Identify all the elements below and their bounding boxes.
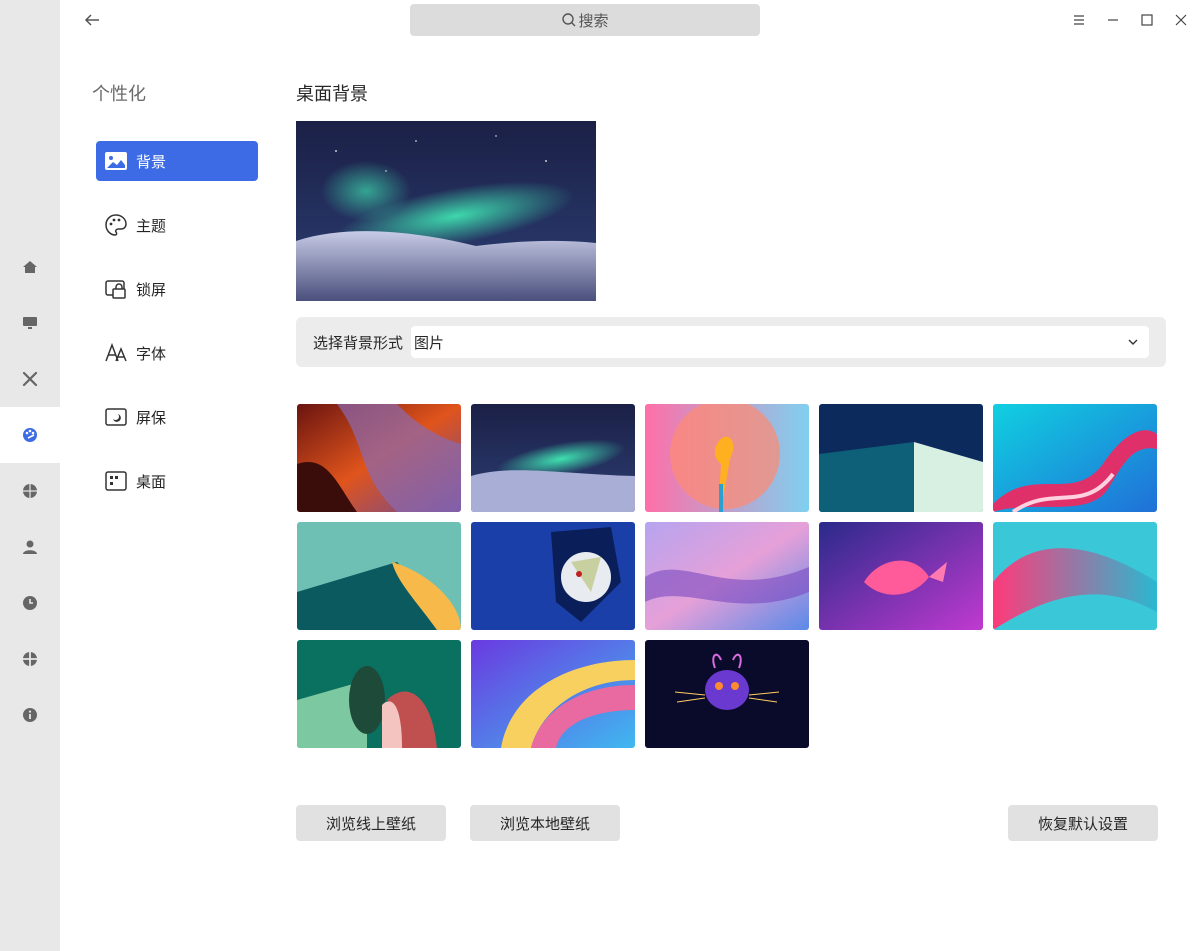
wallpaper-thumb[interactable] <box>297 522 461 630</box>
nav-item-label: 主题 <box>136 216 167 235</box>
image-icon <box>105 152 127 170</box>
nav-item-font[interactable]: 字体 <box>96 333 258 373</box>
search-input[interactable]: 搜索 <box>410 4 760 36</box>
nav-item-screensaver[interactable]: 屏保 <box>96 397 258 437</box>
wallpaper-thumb[interactable] <box>645 522 809 630</box>
info-icon <box>23 708 37 722</box>
hamburger-icon <box>1074 15 1084 25</box>
clock-icon <box>23 596 37 610</box>
background-type-value: 图片 <box>414 333 445 352</box>
lockscreen-icon <box>105 280 126 299</box>
page-title: 桌面背景 <box>296 84 368 105</box>
background-preview <box>296 121 596 301</box>
menu-button[interactable] <box>1067 8 1091 32</box>
nav-item-label: 屏保 <box>136 408 167 427</box>
category-rail <box>0 0 60 951</box>
wallpaper-thumb[interactable] <box>471 640 635 748</box>
wallpaper-thumb[interactable] <box>297 404 461 512</box>
maximize-icon <box>1141 14 1153 26</box>
nav-item-label: 桌面 <box>136 472 167 491</box>
palette-icon <box>105 214 127 236</box>
home-icon <box>23 261 37 273</box>
tools-icon <box>22 371 38 387</box>
maximize-button[interactable] <box>1135 8 1159 32</box>
rail-item-network[interactable] <box>0 463 60 519</box>
browse-local-wallpapers-button[interactable]: 浏览本地壁纸 <box>470 805 620 841</box>
wallpaper-thumb[interactable] <box>645 640 809 748</box>
nav-item-label: 锁屏 <box>136 280 167 299</box>
settings-window: 搜索 个性化 背景 主题 锁屏 字体 屏保 桌面 桌面背景 选择背景形式 图片 … <box>0 0 1200 951</box>
user-icon <box>23 540 37 554</box>
desktop-icon <box>105 471 127 491</box>
rail-item-time[interactable] <box>0 575 60 631</box>
nav-title: 个性化 <box>92 84 146 105</box>
globe-icon <box>23 484 37 498</box>
network-icon <box>23 652 37 666</box>
close-icon <box>1175 14 1187 26</box>
rail-item-home[interactable] <box>0 239 60 295</box>
restore-defaults-button[interactable]: 恢复默认设置 <box>1008 805 1158 841</box>
back-button[interactable] <box>80 8 104 32</box>
background-type-row: 选择背景形式 图片 <box>296 317 1166 367</box>
nav-item-label: 背景 <box>136 152 167 171</box>
rail-item-update[interactable] <box>0 631 60 687</box>
rail-item-account[interactable] <box>0 519 60 575</box>
minimize-icon <box>1108 19 1118 21</box>
wallpaper-thumb[interactable] <box>993 522 1157 630</box>
rail-item-personalize[interactable] <box>0 407 60 463</box>
search-placeholder: 搜索 <box>578 11 609 30</box>
rail-item-display[interactable] <box>0 295 60 351</box>
nav-item-label: 字体 <box>136 344 167 363</box>
nav-item-lockscreen[interactable]: 锁屏 <box>96 269 258 309</box>
wallpaper-thumb[interactable] <box>819 522 983 630</box>
nav-item-desktop[interactable]: 桌面 <box>96 461 258 501</box>
wallpaper-thumb[interactable] <box>297 640 461 748</box>
rail-item-system[interactable] <box>0 351 60 407</box>
browse-online-wallpapers-button[interactable]: 浏览线上壁纸 <box>296 805 446 841</box>
wallpaper-thumb[interactable] <box>819 404 983 512</box>
background-type-label: 选择背景形式 <box>313 334 404 352</box>
font-icon <box>105 342 127 362</box>
chevron-down-icon <box>1128 339 1138 345</box>
search-icon <box>562 13 576 27</box>
monitor-icon <box>23 317 37 329</box>
wallpaper-thumb[interactable] <box>645 404 809 512</box>
wallpaper-thumb[interactable] <box>471 404 635 512</box>
nav-item-theme[interactable]: 主题 <box>96 205 258 245</box>
arrow-left-icon <box>84 14 99 26</box>
wallpaper-thumb[interactable] <box>993 404 1157 512</box>
background-type-select[interactable]: 图片 <box>411 326 1149 358</box>
nav-item-background[interactable]: 背景 <box>96 141 258 181</box>
rail-item-about[interactable] <box>0 687 60 743</box>
palette-icon <box>23 428 37 442</box>
wallpaper-thumb[interactable] <box>471 522 635 630</box>
screensaver-icon <box>105 408 127 426</box>
minimize-button[interactable] <box>1101 8 1125 32</box>
close-button[interactable] <box>1169 8 1193 32</box>
